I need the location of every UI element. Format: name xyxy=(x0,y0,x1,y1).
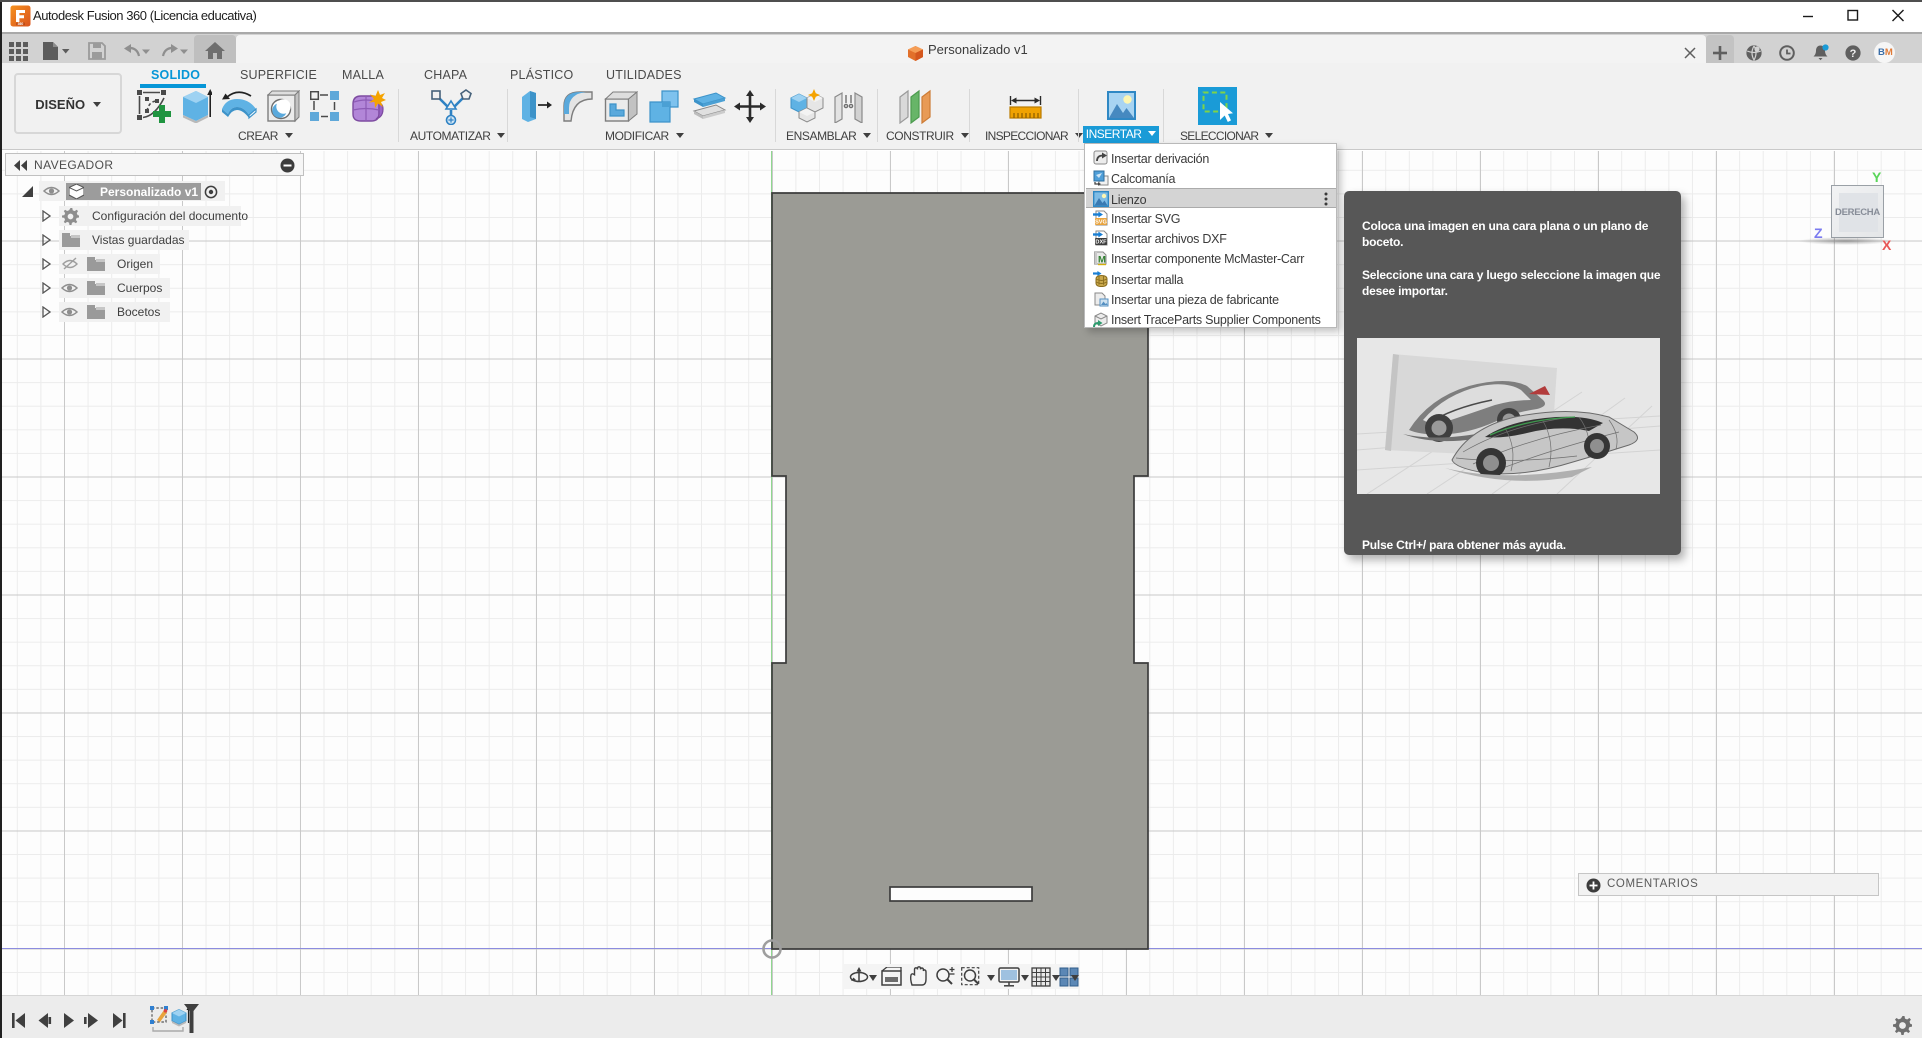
svg-text:SVG: SVG xyxy=(1095,220,1107,226)
svg-text:DXF: DXF xyxy=(1095,240,1107,246)
svg-text:?: ? xyxy=(1850,48,1857,60)
svg-text:360: 360 xyxy=(18,22,24,26)
